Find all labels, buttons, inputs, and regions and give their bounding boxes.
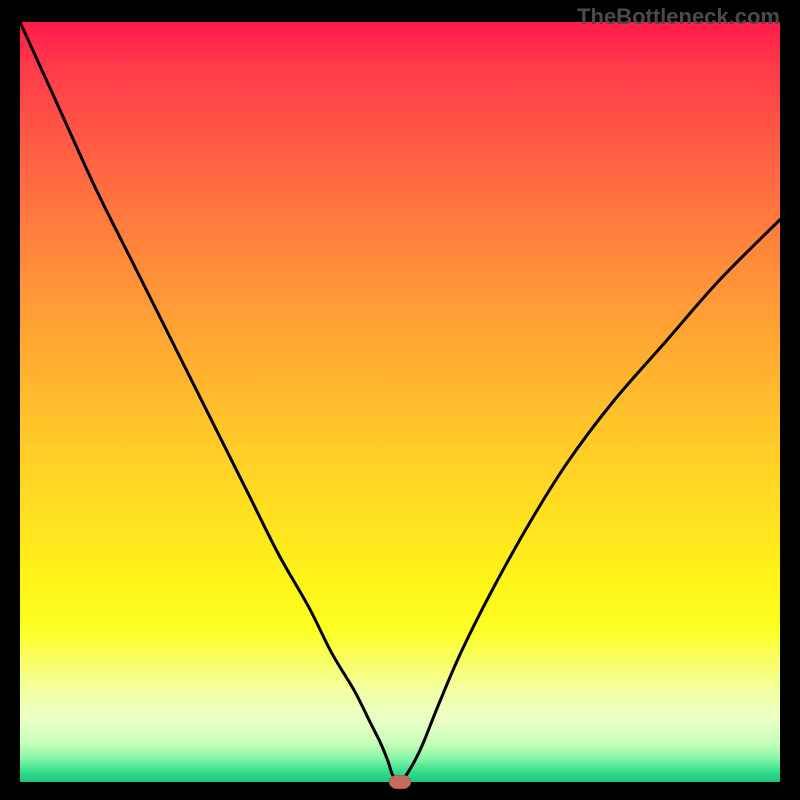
chart-plot-area (20, 22, 780, 782)
watermark-text: TheBottleneck.com (577, 4, 780, 30)
minimum-marker (389, 775, 411, 789)
bottleneck-curve-svg (20, 22, 780, 782)
bottleneck-curve-line (20, 22, 780, 782)
